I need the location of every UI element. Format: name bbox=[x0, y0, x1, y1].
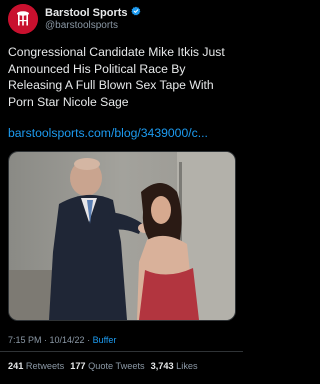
tweet-meta: 7:15 PM · 10/14/22 · Buffer bbox=[8, 335, 116, 345]
tweet-text: Congressional Candidate Mike Itkis Just … bbox=[8, 45, 228, 109]
tweet-time[interactable]: 7:15 PM bbox=[8, 335, 42, 345]
tweet-media-image[interactable] bbox=[8, 151, 236, 321]
verified-badge-icon bbox=[130, 6, 141, 20]
divider bbox=[0, 351, 243, 352]
display-name-row[interactable]: Barstool Sports bbox=[45, 6, 141, 20]
meta-separator-2: · bbox=[84, 335, 93, 345]
tweet-stats: 241 Retweets 177 Quote Tweets 3,743 Likes bbox=[8, 361, 198, 371]
tweet-date[interactable]: 10/14/22 bbox=[50, 335, 85, 345]
avatar[interactable] bbox=[8, 4, 38, 34]
tweet-header: Barstool Sports @barstoolsports bbox=[8, 4, 141, 34]
barstool-logo-icon bbox=[8, 4, 38, 34]
meta-separator: · bbox=[41, 335, 50, 345]
likes-stat[interactable]: 3,743 Likes bbox=[151, 361, 198, 371]
quote-tweets-stat[interactable]: 177 Quote Tweets bbox=[70, 361, 144, 371]
quote-count: 177 bbox=[70, 361, 86, 371]
retweets-stat[interactable]: 241 Retweets bbox=[8, 361, 64, 371]
tweet-source[interactable]: Buffer bbox=[93, 335, 117, 345]
retweets-count: 241 bbox=[8, 361, 24, 371]
tweet-link[interactable]: barstoolsports.com/blog/3439000/c... bbox=[8, 126, 238, 140]
quote-label: Quote Tweets bbox=[85, 361, 145, 371]
likes-count: 3,743 bbox=[150, 361, 174, 371]
handle[interactable]: @barstoolsports bbox=[45, 20, 141, 32]
likes-label: Likes bbox=[173, 361, 198, 371]
retweets-label: Retweets bbox=[23, 361, 65, 371]
display-name[interactable]: Barstool Sports bbox=[45, 7, 128, 20]
